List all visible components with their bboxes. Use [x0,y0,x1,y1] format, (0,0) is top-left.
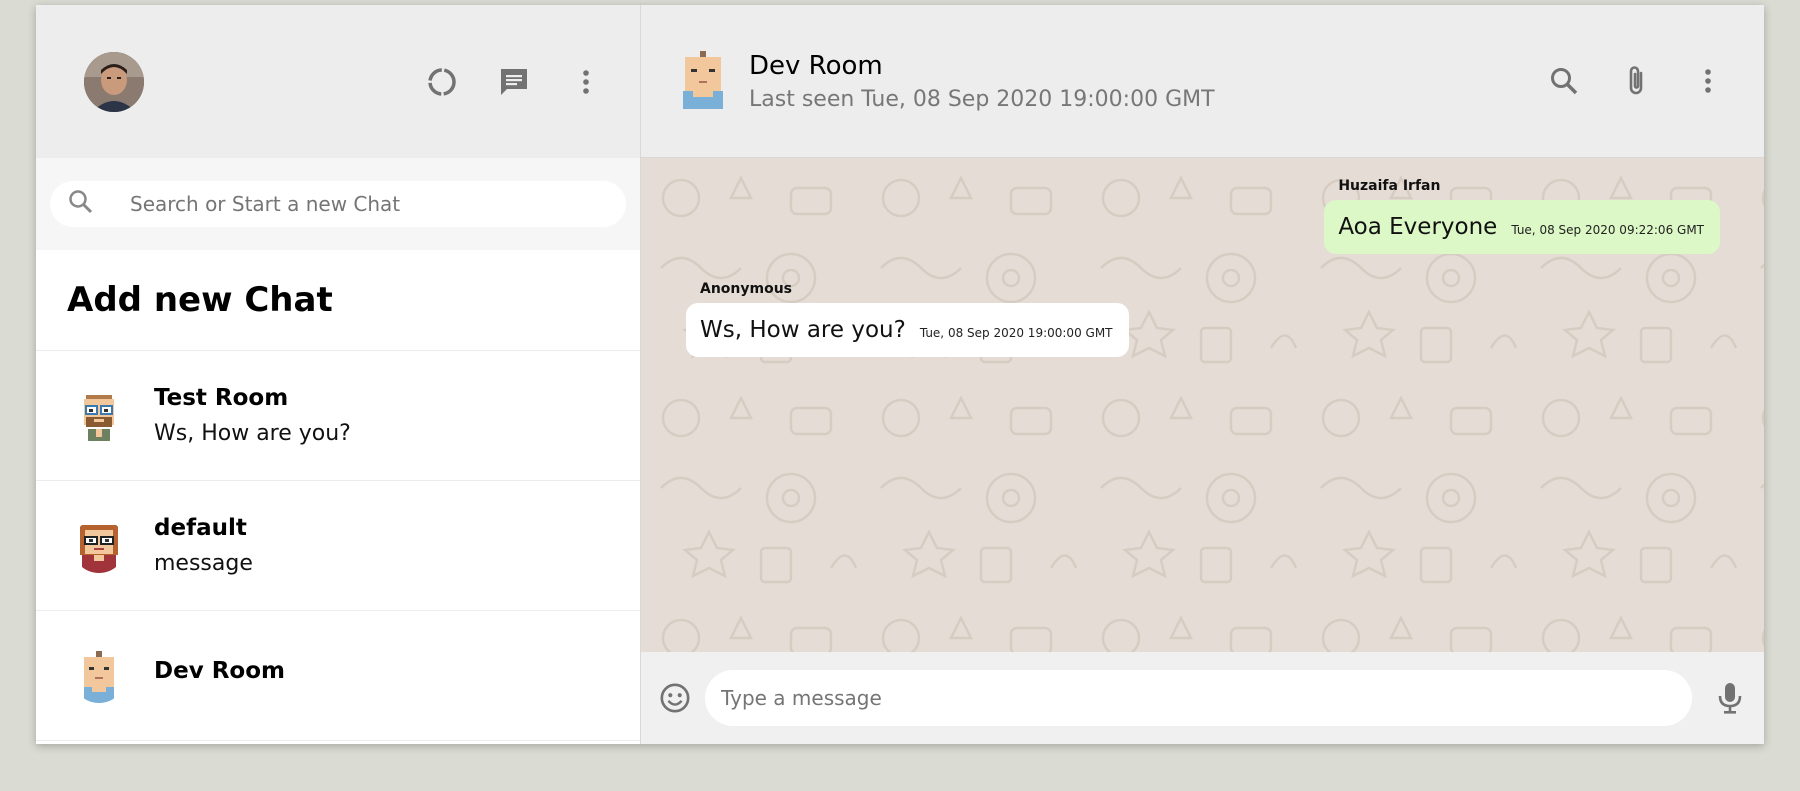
message-text: Aoa Everyone [1338,214,1498,240]
search-icon [68,189,94,219]
sidebar: Add new Chat Test Roo [36,5,641,744]
search-bar [36,158,640,250]
last-seen: Last seen Tue, 08 Sep 2020 19:00:00 GMT [749,86,1215,112]
room-avatar[interactable] [677,51,729,111]
chat-header: Dev Room Last seen Tue, 08 Sep 2020 19:0… [641,5,1764,158]
sidebar-header [36,5,640,158]
message-input-box[interactable] [705,670,1692,726]
chat-body: Huzaifa Irfan Aoa Everyone Tue, 08 Sep 2… [641,158,1764,652]
message-bubble[interactable]: Aoa Everyone Tue, 08 Sep 2020 09:22:06 G… [1324,200,1720,254]
chat-name: Test Room [154,385,289,411]
chat-avatar [72,518,126,573]
chat-avatar [72,648,126,703]
search-box[interactable] [50,181,626,227]
chat-list-item[interactable]: Test Room Ws, How are you? [36,351,640,481]
search-input[interactable] [128,191,626,217]
message-time: Tue, 08 Sep 2020 19:00:00 GMT [919,326,1113,340]
message-composer [641,652,1764,744]
message-bubble[interactable]: Ws, How are you? Tue, 08 Sep 2020 19:00:… [686,303,1129,357]
message-received: Anonymous Ws, How are you? Tue, 08 Sep 2… [686,281,1129,357]
user-avatar[interactable] [84,51,144,112]
status-icon[interactable] [426,66,458,98]
chat-last-message: message [154,551,253,576]
add-new-chat-label: Add new Chat [67,280,333,320]
chat-list-item[interactable]: Dev Room [36,611,640,741]
message-time: Tue, 08 Sep 2020 09:22:06 GMT [1511,223,1704,237]
emoji-icon[interactable] [659,682,691,714]
message-text: Ws, How are you? [700,317,906,343]
message-input[interactable] [719,685,1692,711]
chat-main: Dev Room Last seen Tue, 08 Sep 2020 19:0… [641,5,1764,744]
chat-list-item[interactable]: default message [36,481,640,611]
chat-icon[interactable] [498,66,530,98]
menu-icon[interactable] [1692,65,1724,97]
add-new-chat[interactable]: Add new Chat [36,250,640,351]
chat-name: Dev Room [154,657,285,684]
attach-icon[interactable] [1620,65,1652,97]
chat-avatar [72,388,126,443]
search-icon[interactable] [1548,65,1580,97]
message-sent: Huzaifa Irfan Aoa Everyone Tue, 08 Sep 2… [1324,178,1720,254]
mic-icon[interactable] [1714,682,1746,714]
menu-icon[interactable] [570,66,602,98]
chat-last-message: Ws, How are you? [154,421,351,446]
chat-app: Add new Chat Test Roo [36,5,1764,744]
message-sender: Anonymous [700,281,793,297]
chat-name: default [154,515,247,541]
message-sender: Huzaifa Irfan [1338,178,1441,194]
room-name: Dev Room [749,50,883,81]
